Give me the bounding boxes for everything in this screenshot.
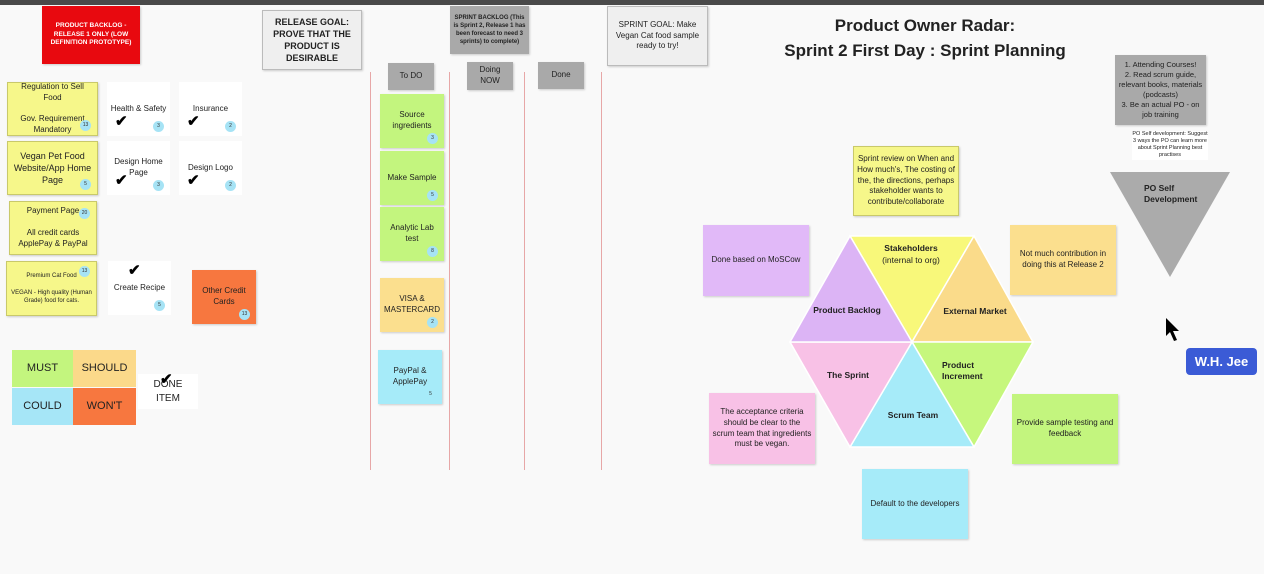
label-external-market: External Market xyxy=(943,306,1006,316)
po-self-prompt: PO Self development: Suggest 3 ways the … xyxy=(1132,131,1208,160)
label-stakeholders-sub: (internal to org) xyxy=(882,255,940,265)
po-self-ways[interactable]: 1. Attending Courses! 2. Read scrum guid… xyxy=(1115,55,1206,125)
note-external-market[interactable]: Not much contribution in doing this at R… xyxy=(1010,225,1116,295)
note-sprint[interactable]: The acceptance criteria should be clear … xyxy=(709,393,815,464)
note-scrum-team[interactable]: Default to the developers xyxy=(862,469,968,539)
label-product: Product xyxy=(942,360,974,370)
label-stakeholders: Stakeholders xyxy=(884,243,938,253)
collaborator-cursor-label: W.H. Jee xyxy=(1186,348,1257,375)
note-product-backlog[interactable]: Done based on MoSCow xyxy=(703,225,809,296)
label-scrum-team: Scrum Team xyxy=(888,410,939,420)
label-sprint: The Sprint xyxy=(827,370,869,380)
note-stakeholders[interactable]: Sprint review on When and How much's, Th… xyxy=(853,146,959,216)
cursor-icon xyxy=(1166,318,1179,341)
note-increment[interactable]: Provide sample testing and feedback xyxy=(1012,394,1118,464)
label-increment: Increment xyxy=(942,371,983,381)
label-product-backlog: Product Backlog xyxy=(813,305,881,315)
po-self-label: PO Self Development xyxy=(1144,183,1198,205)
